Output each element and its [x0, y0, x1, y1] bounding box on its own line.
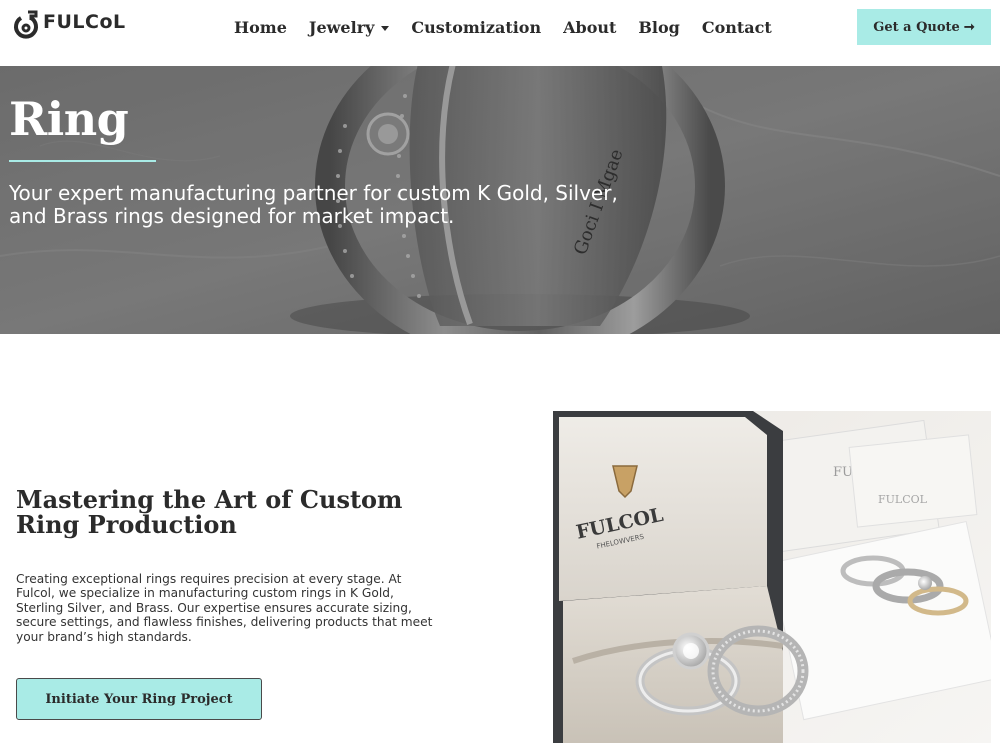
- nav-contact-label: Contact: [701, 17, 772, 37]
- initiate-project-button[interactable]: Initiate Your Ring Project: [16, 678, 262, 720]
- hero-subtitle: Your expert manufacturing partner for cu…: [9, 181, 618, 228]
- nav-jewelry-label: Jewelry: [308, 17, 375, 37]
- chevron-down-icon: [381, 25, 390, 31]
- nav-customization-label: Customization: [411, 17, 542, 37]
- card-text-2: FULCOL: [878, 493, 928, 506]
- product-photo: FULCOL FULCOL FULCOL FHELOWVERS: [553, 411, 991, 743]
- site-header: FULCoL Home Jewelry Customization About …: [0, 0, 1000, 66]
- nav-home-label: Home: [234, 17, 287, 37]
- initiate-project-label: Initiate Your Ring Project: [45, 691, 233, 707]
- nav-jewelry[interactable]: Jewelry: [309, 16, 390, 38]
- nav-customization[interactable]: Customization: [411, 16, 541, 38]
- main-nav: Home Jewelry Customization About Blog Co…: [234, 16, 772, 38]
- nav-home[interactable]: Home: [234, 16, 287, 38]
- hero-banner: Goci I Mgae Ring Your expert manufacturi…: [0, 66, 1000, 334]
- nav-about-label: About: [563, 17, 617, 37]
- get-quote-button[interactable]: Get a Quote ➞: [857, 9, 991, 45]
- nav-blog-label: Blog: [638, 17, 680, 37]
- ring-box-image: FULCOL FULCOL FULCOL FHELOWVERS: [553, 411, 991, 743]
- logo-mark-icon: [14, 10, 38, 39]
- nav-about[interactable]: About: [563, 16, 616, 38]
- get-quote-label: Get a Quote: [873, 19, 960, 35]
- page-title: Ring: [9, 92, 129, 146]
- site-logo[interactable]: FULCoL: [12, 10, 126, 40]
- arrow-right-icon: ➞: [963, 19, 975, 35]
- section-title: Mastering the Art of Custom Ring Product…: [16, 485, 403, 539]
- title-underline: [9, 160, 156, 162]
- nav-blog[interactable]: Blog: [638, 16, 679, 38]
- nav-contact[interactable]: Contact: [702, 16, 772, 38]
- section-body: Creating exceptional rings requires prec…: [16, 572, 433, 644]
- logo-text: FULCoL: [43, 11, 126, 33]
